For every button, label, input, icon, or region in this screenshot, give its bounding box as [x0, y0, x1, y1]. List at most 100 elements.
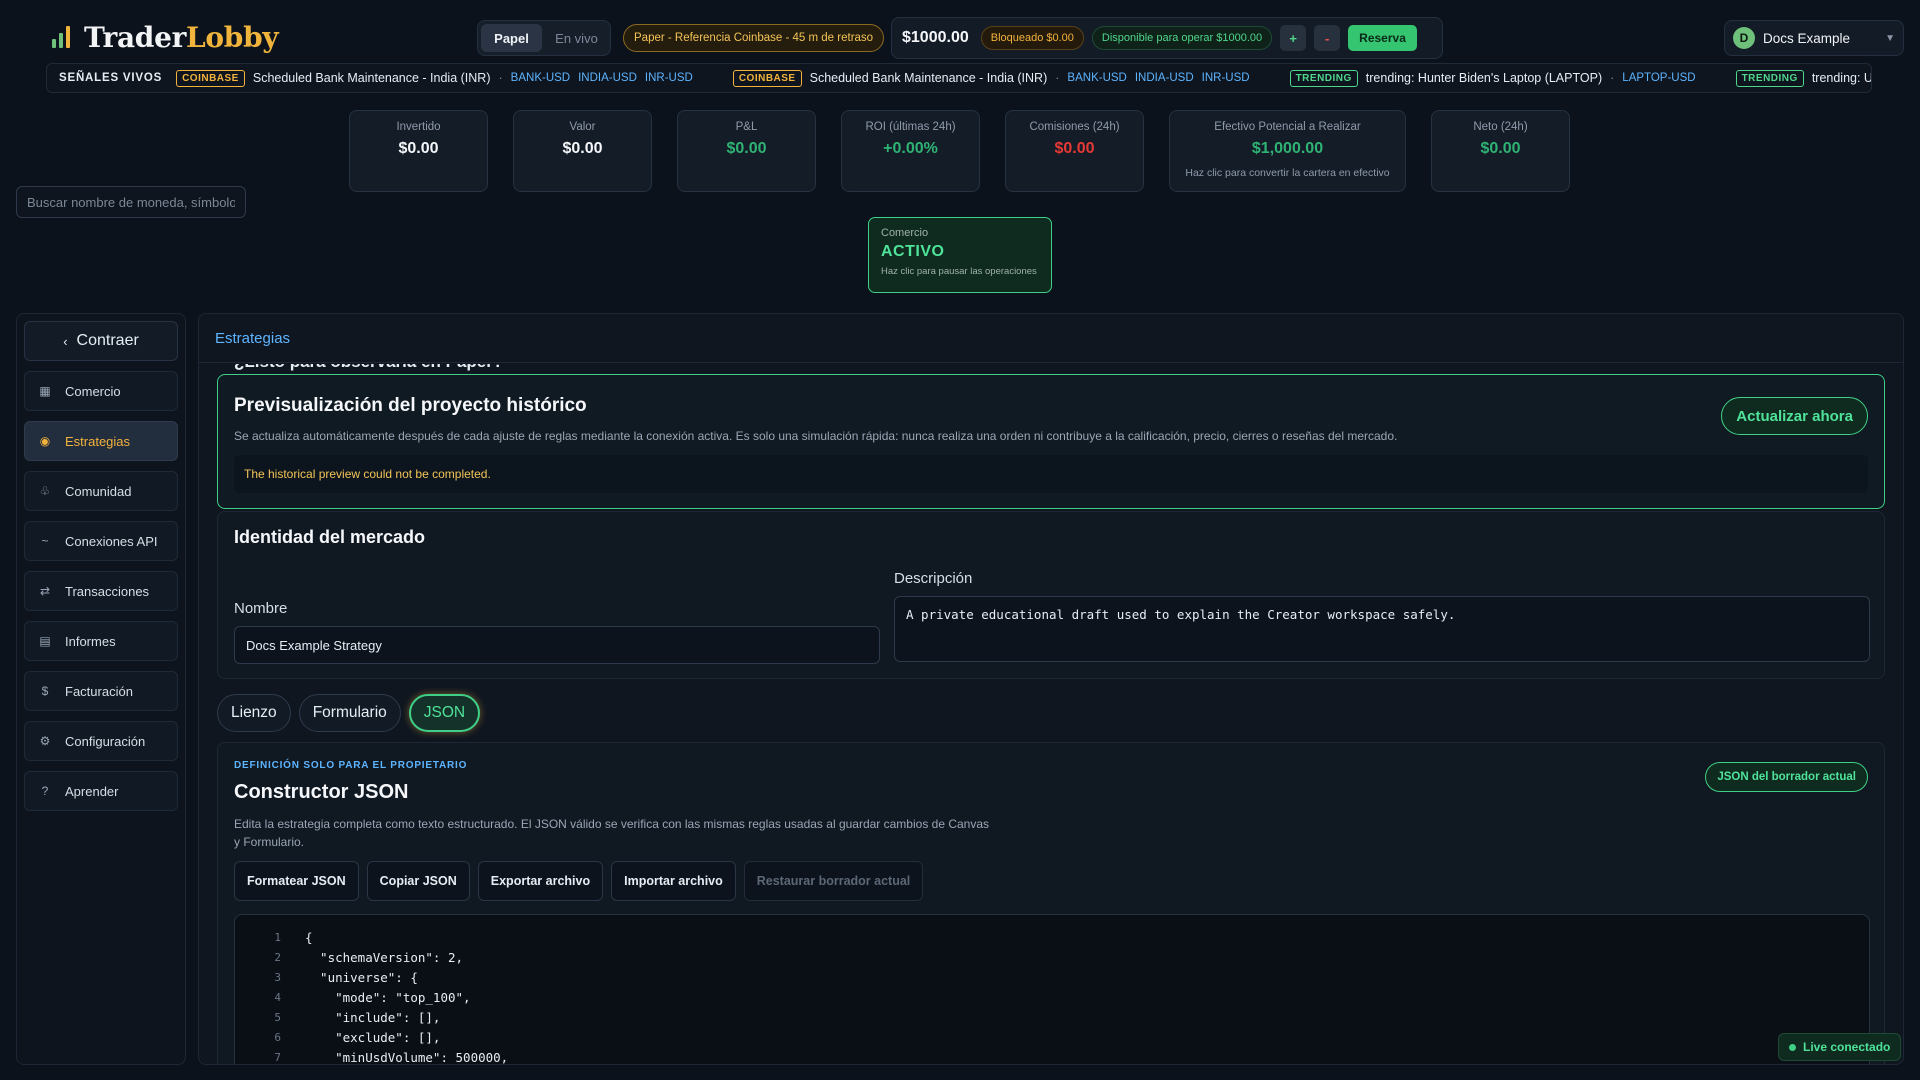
preview-error: The historical preview could not be comp…	[234, 455, 1868, 493]
trading-label: Comercio	[881, 227, 929, 239]
mode-live-button[interactable]: En vivo	[546, 24, 607, 52]
code-text: "schemaVersion": 2,	[305, 949, 464, 965]
ticker-pair[interactable]: BANK-USD	[511, 72, 570, 84]
metric-label: Efectivo Potencial a Realizar	[1214, 121, 1361, 133]
brand-logo[interactable]: TraderLobby	[52, 18, 279, 56]
json-code-editor[interactable]: 1{2 "schemaVersion": 2, 3 "universe": {4 …	[234, 914, 1870, 1065]
format-json-button[interactable]: Formatear JSON	[234, 861, 359, 901]
line-number: 1	[274, 930, 281, 944]
code-text: "exclude": [],	[305, 1029, 441, 1045]
sidebar-item-informes[interactable]: ▤ Informes	[24, 621, 178, 661]
ticker-item[interactable]: TRENDING trending: Hunter Biden's Laptop …	[1289, 69, 1696, 87]
sidebar-item-label: Configuración	[65, 733, 146, 749]
sidebar-item-label: Conexiones API	[65, 533, 158, 549]
blocked-balance: Bloqueado $0.00	[980, 26, 1084, 50]
builder-kicker: DEFINICIÓN SOLO PARA EL PROPIETARIO	[234, 760, 468, 771]
ticker-pair[interactable]: LAPTOP-USD	[1622, 72, 1695, 84]
current-draft-badge[interactable]: JSON del borrador actual	[1705, 762, 1868, 792]
bar-chart-icon	[52, 26, 70, 48]
mode-toggle: Papel En vivo	[477, 20, 611, 56]
ticker-badge: TRENDING	[1735, 69, 1804, 87]
editor-tabs: Lienzo Formulario JSON	[217, 694, 481, 732]
code-line: 4 "mode": "top_100",	[235, 987, 1869, 1007]
ticker-pair[interactable]: BANK-USD	[1067, 72, 1126, 84]
metric-value: $0.00	[1480, 140, 1521, 157]
ticker-pair[interactable]: INDIA-USD	[1135, 72, 1194, 84]
sidebar: ‹ Contraer ▦ Comercio ◉ Estrategias ♧ Comunid…	[16, 313, 186, 1065]
line-number: 6	[274, 1030, 281, 1044]
remove-funds-button[interactable]: -	[1314, 25, 1341, 51]
code-text: "minUsdVolume": 500000,	[305, 1049, 509, 1065]
line-number: 4	[274, 990, 281, 1004]
sidebar-item-comunidad[interactable]: ♧ Comunidad	[24, 471, 178, 511]
metric-value: +0.00%	[883, 140, 938, 157]
line-number: 3	[274, 970, 281, 984]
add-funds-button[interactable]: +	[1280, 25, 1307, 51]
code-line: 5 "include": [],	[235, 1007, 1869, 1027]
metric-label: Comisiones (24h)	[1029, 121, 1120, 133]
preview-title: Previsualización del proyecto histórico	[234, 395, 587, 416]
ticker-pair[interactable]: INR-USD	[1202, 72, 1250, 84]
chevron-down-icon: ▼	[1885, 32, 1895, 44]
status-dot-icon	[1789, 1043, 1796, 1051]
metric-value: $0.00	[562, 140, 603, 157]
import-file-button[interactable]: Importar archivo	[611, 861, 736, 901]
name-label: Nombre	[234, 600, 288, 617]
ticker-item[interactable]: COINBASE Scheduled Bank Maintenance - Ind…	[732, 69, 1250, 87]
restore-draft-button[interactable]: Restaurar borrador actual	[743, 861, 924, 901]
collapse-sidebar-button[interactable]: ‹ Contraer	[24, 321, 178, 361]
code-line: 7 "minUsdVolume": 500000,	[235, 1047, 1869, 1065]
metric-card[interactable]: Efectivo Potencial a Realizar $1,000.00 Ha…	[1169, 110, 1406, 192]
reserve-button[interactable]: Reserva	[1348, 25, 1417, 51]
code-line: 1{	[235, 927, 1869, 947]
export-file-button[interactable]: Exportar archivo	[477, 861, 604, 901]
grid-icon: ▦	[39, 384, 51, 398]
code-line: 6 "exclude": [],	[235, 1027, 1869, 1047]
metric-label: ROI (últimas 24h)	[865, 121, 956, 133]
metric-card: Invertido $0.00	[349, 110, 488, 192]
preview-description: Se actualiza automáticamente después de …	[234, 429, 1398, 443]
metric-value: $0.00	[726, 140, 767, 157]
tab-lienzo[interactable]: Lienzo	[217, 694, 291, 732]
ticker-pair[interactable]: INDIA-USD	[578, 72, 637, 84]
metric-label: P&L	[735, 121, 758, 133]
sidebar-item-facturación[interactable]: $ Facturación	[24, 671, 178, 711]
ticker-pair[interactable]: INR-USD	[645, 72, 693, 84]
main-panel: Estrategias ¿Listo para observarla en Pa…	[198, 313, 1904, 1065]
code-text: "include": [],	[305, 1009, 441, 1025]
sidebar-item-label: Transacciones	[65, 583, 150, 599]
copy-json-button[interactable]: Copiar JSON	[366, 861, 470, 901]
sidebar-item-estrategias[interactable]: ◉ Estrategias	[24, 421, 178, 461]
description-field[interactable]: A private educational draft used to expl…	[894, 596, 1870, 662]
sidebar-item-label: Estrategias	[65, 433, 131, 449]
community-icon: ♧	[39, 484, 51, 498]
user-name: Docs Example	[1763, 30, 1851, 46]
sidebar-item-transacciones[interactable]: ⇄ Transacciones	[24, 571, 178, 611]
transfer-icon: ⇄	[39, 584, 51, 598]
ticker-title: SEÑALES VIVOS	[59, 72, 163, 84]
search-input[interactable]	[16, 186, 246, 218]
ticker-separator: ·	[498, 71, 503, 85]
sidebar-item-aprender[interactable]: ? Aprender	[24, 771, 178, 811]
sidebar-item-label: Facturación	[65, 683, 133, 699]
ticker-text: trending: USELESS STONK (STON	[1811, 71, 1871, 85]
ticker-item[interactable]: COINBASE Scheduled Bank Maintenance - Ind…	[176, 69, 693, 87]
metric-label: Neto (24h)	[1473, 121, 1528, 133]
refresh-now-button[interactable]: Actualizar ahora	[1721, 397, 1868, 435]
name-field[interactable]	[234, 626, 880, 664]
builder-title: Constructor JSON	[234, 781, 409, 803]
tab-json[interactable]: JSON	[408, 694, 481, 732]
sidebar-item-configuración[interactable]: ⚙ Configuración	[24, 721, 178, 761]
sidebar-item-label: Comercio	[65, 383, 121, 399]
api-icon: ~	[41, 534, 49, 548]
user-menu[interactable]: D Docs Example ▼	[1724, 20, 1904, 56]
code-text: {	[305, 929, 313, 945]
trading-status: ACTIVO	[881, 243, 945, 260]
sidebar-item-conexiones-api[interactable]: ~ Conexiones API	[24, 521, 178, 561]
ticker-item[interactable]: TRENDING trending: USELESS STONK (STON	[1735, 69, 1871, 87]
tab-formulario[interactable]: Formulario	[298, 694, 401, 732]
trading-status-toggle[interactable]: Comercio ACTIVO Haz clic para pausar las…	[868, 217, 1052, 293]
mode-paper-button[interactable]: Papel	[481, 24, 542, 52]
strategy-icon: ◉	[39, 434, 51, 448]
sidebar-item-comercio[interactable]: ▦ Comercio	[24, 371, 178, 411]
